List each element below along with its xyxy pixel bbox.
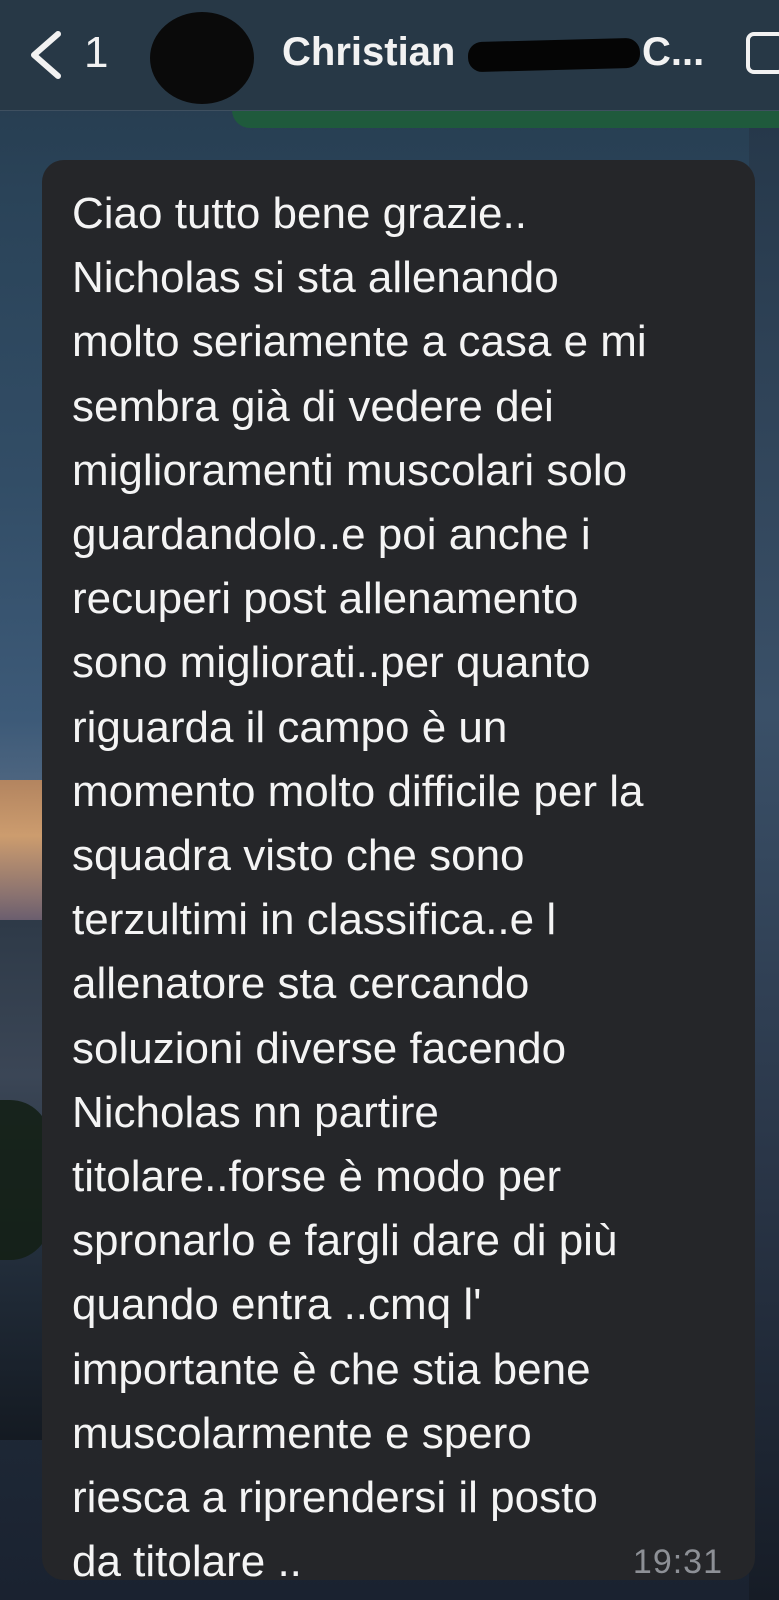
message-timestamp: 19:31 <box>632 1543 723 1581</box>
contact-name[interactable]: Christian <box>282 30 455 75</box>
unread-count[interactable]: 1 <box>84 28 108 78</box>
previous-outgoing-bubble <box>232 110 779 128</box>
chat-header: 1 Christian C... <box>0 0 779 111</box>
avatar[interactable] <box>150 12 254 104</box>
name-redaction <box>467 37 641 73</box>
chevron-left-icon[interactable] <box>26 30 66 80</box>
video-call-icon[interactable] <box>746 32 779 74</box>
message-bubble[interactable]: Ciao tutto bene grazie.. Nicholas si sta… <box>42 160 755 1586</box>
contact-name-end[interactable]: C... <box>642 30 704 75</box>
message-text: Ciao tutto bene grazie.. Nicholas si sta… <box>72 189 647 1587</box>
